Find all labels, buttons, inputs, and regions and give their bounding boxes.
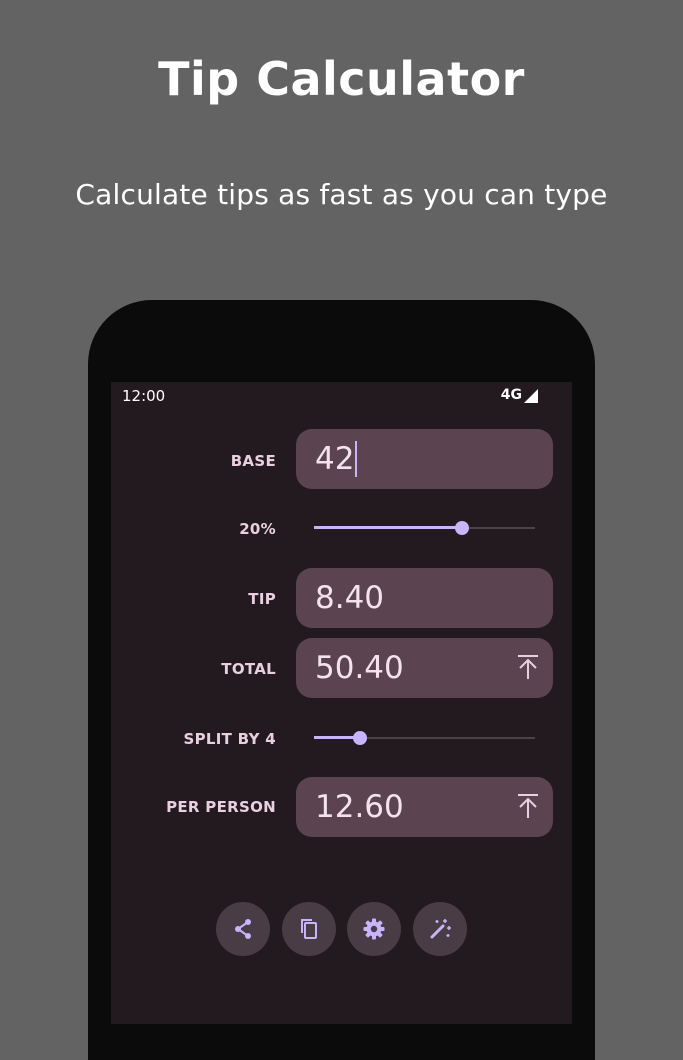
status-time: 12:00 xyxy=(122,387,166,405)
base-label: BASE xyxy=(230,452,276,470)
status-bar: 12:00 4G xyxy=(111,382,572,412)
per-person-field[interactable]: 12.60 xyxy=(296,777,553,837)
slider-track-fill xyxy=(314,526,462,529)
total-value: 50.40 xyxy=(315,650,404,686)
magic-wand-icon xyxy=(430,919,451,939)
tip-percent-label: 20% xyxy=(239,520,276,538)
arrow-up-to-top-icon[interactable] xyxy=(517,654,539,680)
promo-subtitle: Calculate tips as fast as you can type xyxy=(75,178,608,211)
share-icon xyxy=(235,919,251,939)
tip-percent-slider[interactable] xyxy=(314,520,535,536)
promo-title: Tip Calculator xyxy=(158,52,525,106)
split-slider[interactable] xyxy=(314,730,535,746)
split-label: SPLIT BY 4 xyxy=(183,730,276,748)
base-value: 42 xyxy=(315,440,358,479)
network-type: 4G xyxy=(500,387,522,403)
per-person-label: PER PERSON xyxy=(166,798,276,816)
settings-icon xyxy=(363,918,385,940)
copy-icon xyxy=(301,919,317,939)
slider-thumb[interactable] xyxy=(455,521,469,535)
app-screen: 12:00 4G BASE 42 20% TIP 8.40 TOTAL 50.4… xyxy=(111,382,572,1024)
text-caret xyxy=(355,440,358,477)
arrow-up-to-top-icon[interactable] xyxy=(517,793,539,819)
copy-button[interactable] xyxy=(282,902,336,956)
tip-label: TIP xyxy=(248,590,276,608)
base-input[interactable]: 42 xyxy=(296,429,553,489)
magic-button[interactable] xyxy=(413,902,467,956)
per-person-value: 12.60 xyxy=(315,789,404,825)
share-button[interactable] xyxy=(216,902,270,956)
settings-button[interactable] xyxy=(347,902,401,956)
total-field[interactable]: 50.40 xyxy=(296,638,553,698)
slider-thumb[interactable] xyxy=(353,731,367,745)
total-label: TOTAL xyxy=(221,660,276,678)
tip-value: 8.40 xyxy=(315,580,385,616)
tip-field[interactable]: 8.40 xyxy=(296,568,553,628)
signal-icon xyxy=(524,389,538,403)
